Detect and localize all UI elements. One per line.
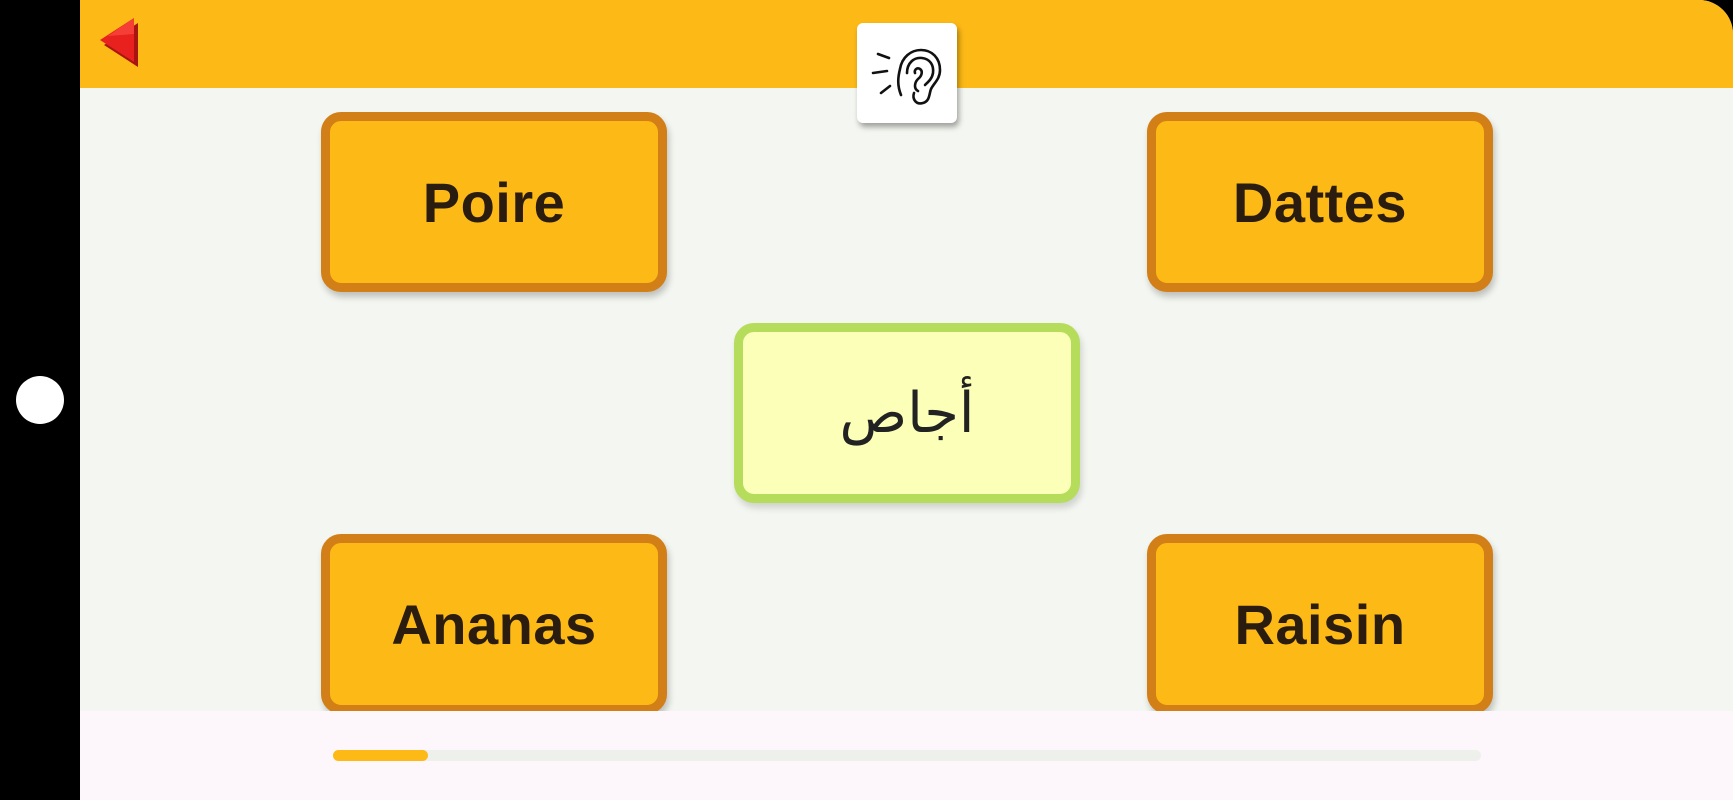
prompt-word: أجاص (839, 380, 975, 446)
choice-label: Dattes (1232, 170, 1408, 234)
device-bezel (0, 0, 80, 800)
back-button[interactable] (96, 16, 140, 68)
progress-bar (333, 750, 1481, 761)
back-arrow-icon (100, 18, 138, 67)
choice-label: Poire (422, 170, 566, 234)
choice-card-2[interactable]: Dattes (1147, 112, 1493, 292)
choice-card-4[interactable]: Raisin (1147, 534, 1493, 714)
ear-listen-icon (871, 48, 942, 105)
listen-button[interactable] (857, 23, 957, 123)
prompt-card: أجاص (734, 323, 1080, 503)
home-button[interactable] (16, 376, 64, 424)
choice-card-1[interactable]: Poire (321, 112, 667, 292)
progress-fill (333, 750, 429, 761)
choice-card-3[interactable]: Ananas (321, 534, 667, 714)
app-screen: Poire Dattes أجاص Ananas Raisin (80, 0, 1733, 800)
device-frame: Poire Dattes أجاص Ananas Raisin (0, 0, 1733, 800)
choice-label: Ananas (391, 592, 597, 656)
choice-label: Raisin (1234, 592, 1406, 656)
